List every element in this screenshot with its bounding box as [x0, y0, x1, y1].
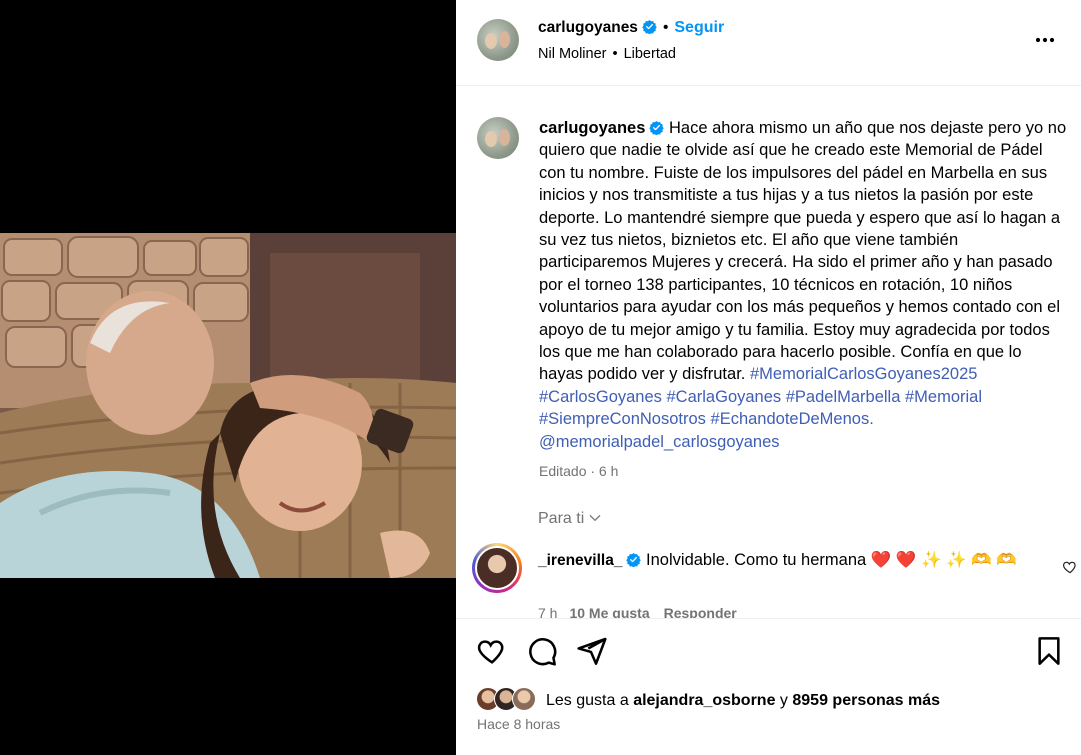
mention-link[interactable]: @memorialpadel_carlosgoyanes [539, 433, 780, 451]
hashtag-link[interactable]: #CarlaGoyanes [667, 388, 782, 406]
hashtag-link[interactable]: #CarlosGoyanes [539, 388, 662, 406]
post-viewer: carlugoyanes • Seguir Nil Moliner • Libertad… [0, 0, 1081, 755]
likes-count[interactable]: 8959 personas más [792, 692, 940, 709]
hashtag-link[interactable]: #SiempreConNosotros [539, 410, 706, 428]
commenter-avatar[interactable] [472, 543, 522, 593]
comment-emojis: ❤️ ❤️ ✨ ✨ 🫶 🫶 [870, 551, 1017, 569]
action-icons [476, 635, 1066, 667]
audio-line[interactable]: Nil Moliner • Libertad [538, 46, 676, 62]
likes-and: y [779, 692, 788, 709]
comment-icon[interactable] [526, 635, 558, 667]
author-avatar[interactable] [477, 19, 519, 61]
comment-text-block: _irenevilla_ Inolvidable. Como tu herman… [538, 548, 1028, 573]
post-photo[interactable] [0, 233, 456, 578]
author-line: carlugoyanes • Seguir [538, 19, 724, 37]
heart-icon[interactable] [1062, 559, 1078, 575]
verified-icon [642, 19, 657, 34]
liker-avatars [476, 687, 540, 711]
action-bar: Les gusta a alejandra_osborne y 8959 per… [456, 618, 1081, 755]
for-you-label: Para ti [538, 510, 585, 527]
verified-icon [626, 552, 642, 567]
separator-dot: • [662, 19, 669, 36]
post-media [0, 0, 456, 755]
caption-edited-time: Editado · 6 h [539, 463, 619, 479]
liker-avatar [512, 687, 536, 711]
hashtag-link[interactable]: #PadelMarbella [786, 388, 901, 406]
bookmark-icon[interactable] [1033, 635, 1065, 667]
caption-body: Hace ahora mismo un año que nos dejaste … [539, 119, 1067, 384]
chevron-down-icon [589, 515, 601, 521]
for-you-toggle[interactable]: Para ti [538, 510, 602, 528]
photo-illustration [0, 233, 456, 578]
caption-text-block: carlugoyanes Hace ahora mismo un año que… [539, 117, 1069, 453]
hashtag-link[interactable]: #EchandoteDeMenos. [711, 410, 874, 428]
comment-body: Inolvidable. Como tu hermana [646, 551, 867, 569]
verified-icon [649, 120, 665, 135]
likes-prefix: Les gusta a [546, 692, 629, 709]
heart-icon[interactable] [476, 635, 508, 667]
commenter-username[interactable]: _irenevilla_ [538, 552, 622, 569]
caption-avatar[interactable] [477, 117, 519, 159]
caption-username[interactable]: carlugoyanes [539, 119, 645, 137]
author-username[interactable]: carlugoyanes [538, 19, 638, 36]
more-options-icon[interactable] [1033, 28, 1057, 52]
post-details-panel: carlugoyanes • Seguir Nil Moliner • Libertad… [456, 0, 1081, 755]
likes-summary[interactable]: Les gusta a alejandra_osborne y 8959 per… [476, 687, 940, 711]
share-icon[interactable] [576, 635, 608, 667]
hashtag-link[interactable]: #Memorial [905, 388, 982, 406]
post-header: carlugoyanes • Seguir Nil Moliner • Libertad [456, 0, 1081, 86]
liked-by-username[interactable]: alejandra_osborne [633, 692, 775, 709]
follow-button[interactable]: Seguir [674, 19, 724, 36]
audio-song: Libertad [623, 46, 676, 62]
audio-artist: Nil Moliner [538, 46, 607, 62]
audio-separator: • [612, 46, 618, 62]
hashtag-link[interactable]: #MemorialCarlosGoyanes2025 [750, 365, 977, 383]
post-time: Hace 8 horas [477, 716, 561, 732]
